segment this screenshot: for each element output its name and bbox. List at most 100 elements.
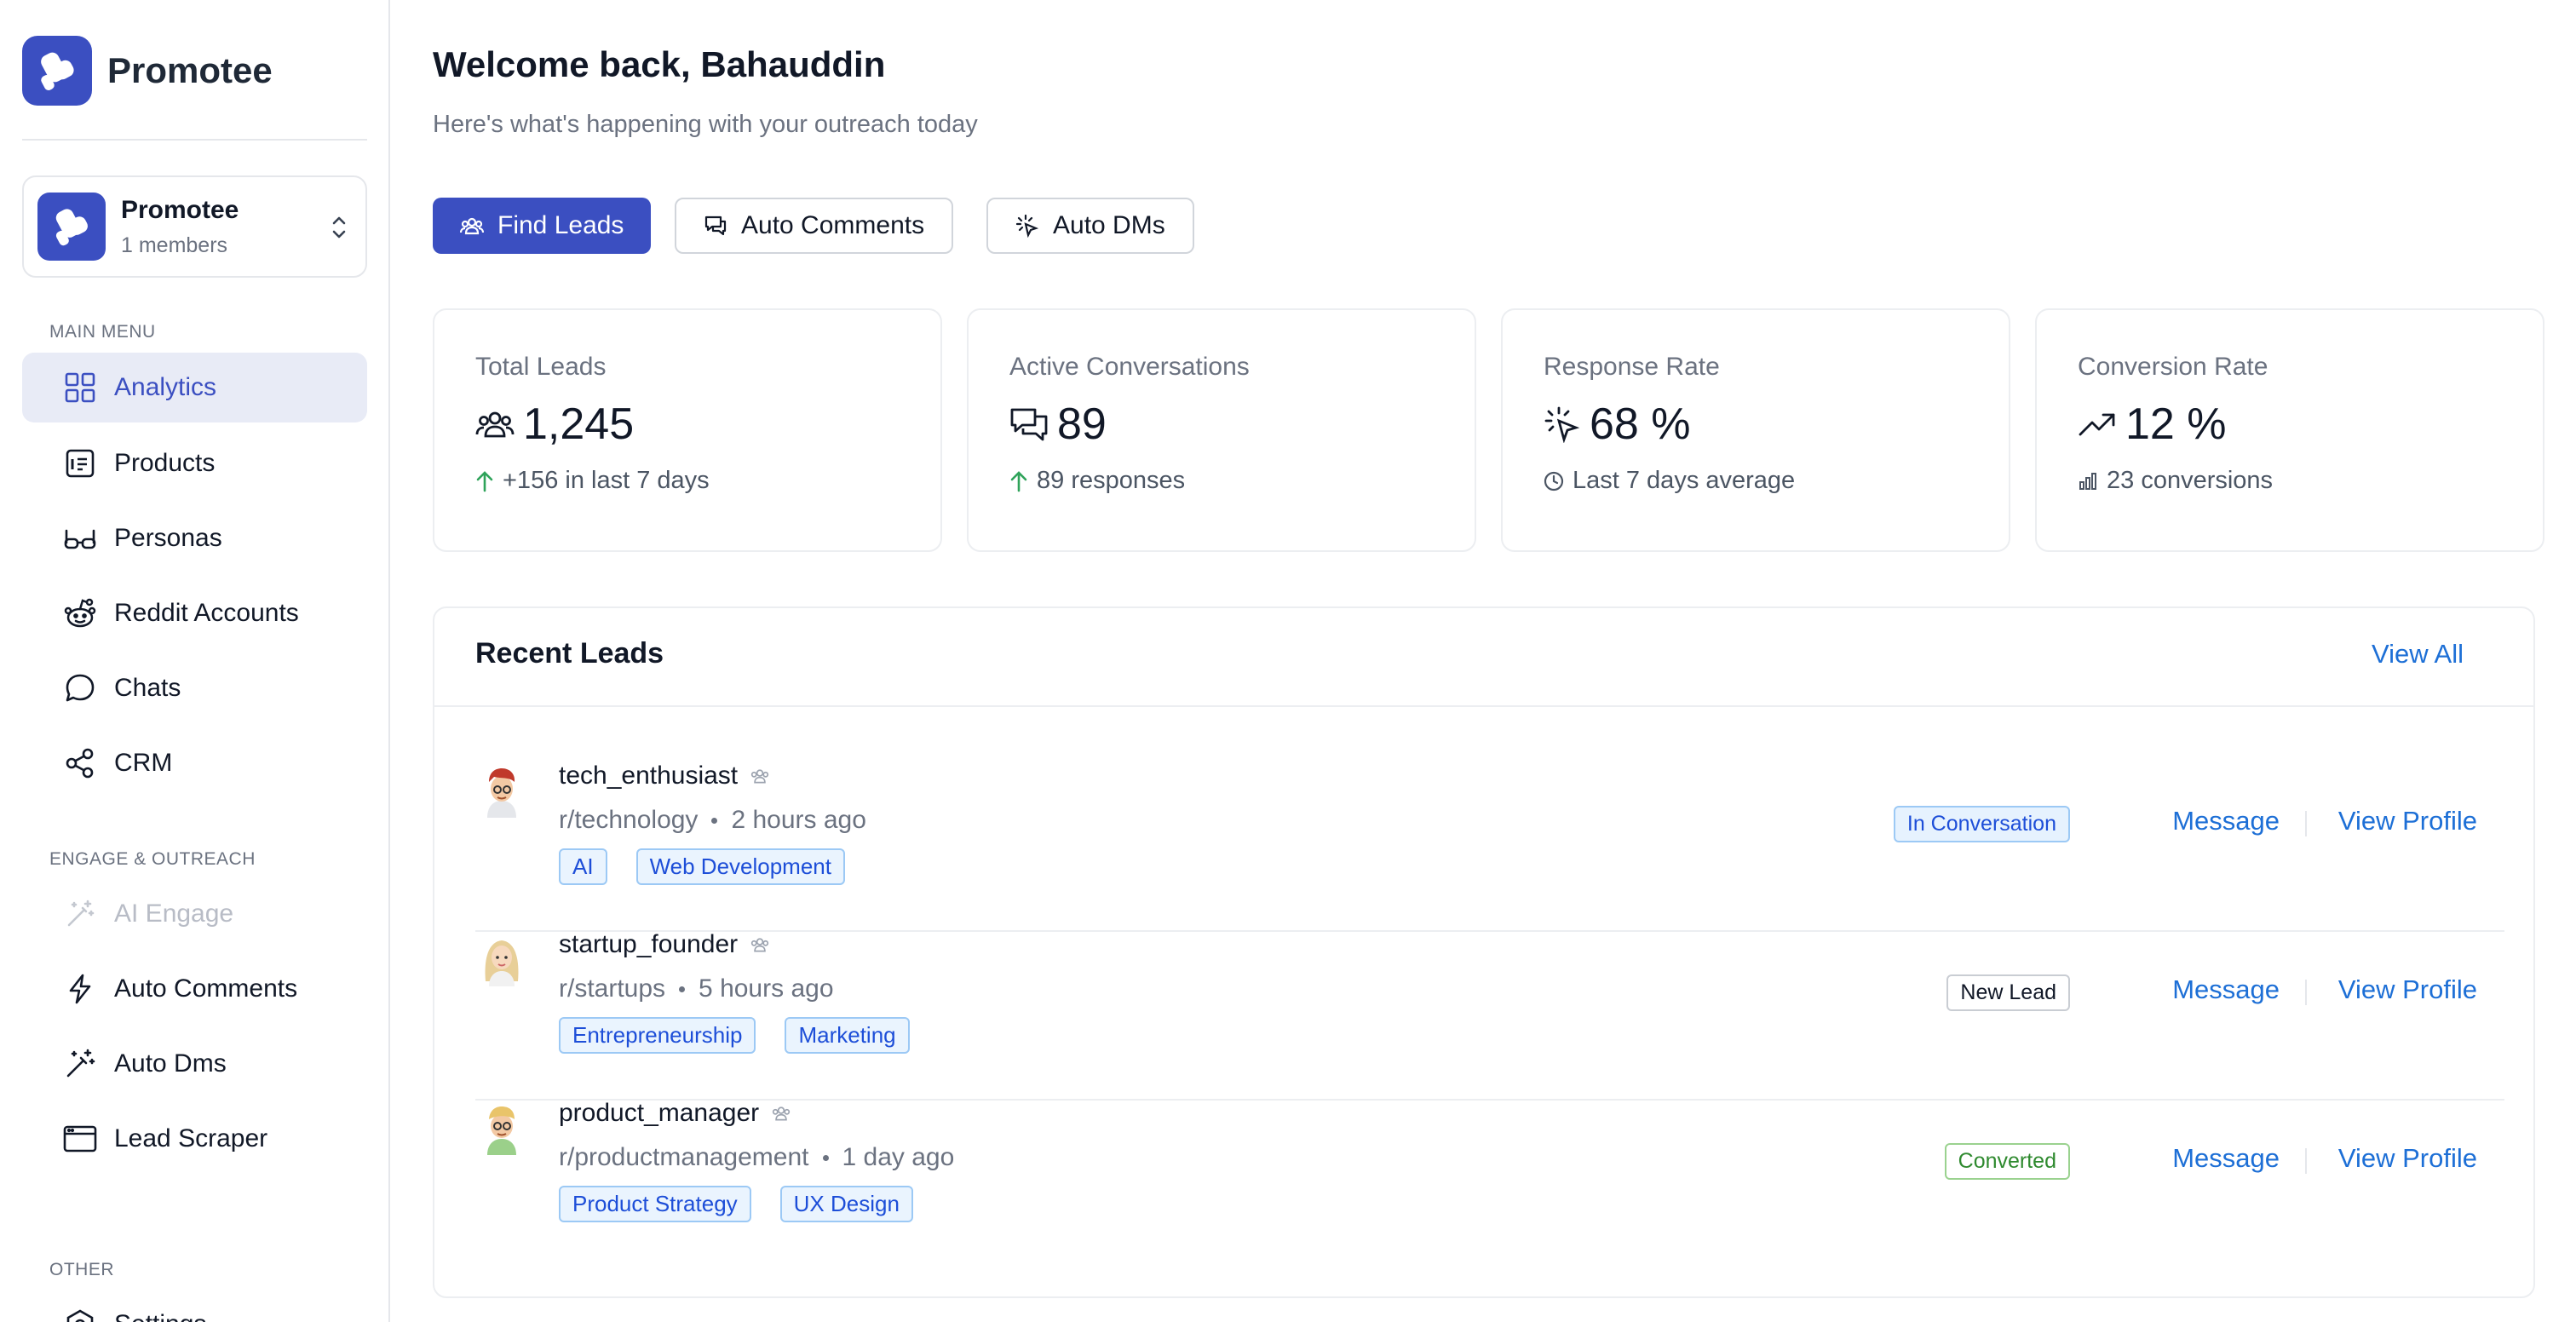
view-profile-button[interactable]: View Profile (2338, 806, 2477, 836)
sidebar-item-analytics[interactable]: Analytics (22, 353, 367, 422)
lead-tag: Entrepreneurship (559, 1017, 756, 1054)
sidebar-item-label: Auto Dms (114, 1049, 227, 1078)
chat-bubbles-icon (1009, 406, 1049, 442)
stat-card-active-conversations: Active Conversations 89 89 responses (967, 308, 1476, 552)
stat-title: Response Rate (1544, 353, 1720, 381)
chat-bubbles-icon (704, 214, 727, 238)
sidebar-item-lead-scraper[interactable]: Lead Scraper (22, 1104, 367, 1174)
sidebar-item-label: Reddit Accounts (114, 599, 299, 627)
sidebar-item-settings[interactable]: Settings (22, 1290, 367, 1322)
sidebar-item-label: CRM (114, 749, 173, 777)
section-label-engage-outreach: ENGAGE & OUTREACH (49, 849, 256, 869)
sidebar-item-label: Settings (114, 1310, 206, 1322)
stat-value: 12 % (2125, 399, 2227, 449)
bar-chart-icon (2078, 471, 2098, 491)
sidebar-item-auto-dms[interactable]: Auto Dms (22, 1029, 367, 1099)
browser-window-icon (63, 1122, 97, 1156)
page-subtitle: Here's what's happening with your outrea… (433, 111, 978, 138)
lead-subreddit: r/technology (559, 806, 699, 834)
divider (2305, 1148, 2307, 1174)
auto-dms-label: Auto DMs (1053, 211, 1165, 239)
lead-time: 2 hours ago (731, 806, 866, 834)
sidebar-item-label: AI Engage (114, 900, 234, 928)
sidebar-item-reddit-accounts[interactable]: Reddit Accounts (22, 578, 367, 648)
divider (2305, 980, 2307, 1005)
sidebar-item-label: Personas (114, 524, 222, 552)
lead-tag: Product Strategy (559, 1186, 751, 1222)
sidebar-item-products[interactable]: Products (22, 428, 367, 498)
users-icon (750, 935, 770, 954)
stat-footer: +156 in last 7 days (503, 467, 710, 494)
lead-tag: UX Design (779, 1186, 913, 1222)
section-label-main-menu: MAIN MENU (49, 322, 156, 342)
arrow-up-icon (475, 470, 494, 492)
workspace-name: Promotee (121, 195, 239, 224)
sidebar-item-label: Analytics (114, 373, 217, 401)
lightning-icon (63, 972, 97, 1006)
avatar[interactable] (475, 762, 528, 819)
avatar[interactable] (475, 930, 528, 988)
stat-title: Conversion Rate (2078, 353, 2268, 381)
stat-footer: Last 7 days average (1573, 467, 1796, 494)
chat-bubble-icon (63, 671, 97, 705)
lead-username[interactable]: product_manager (559, 1099, 759, 1128)
message-button[interactable]: Message (2172, 1143, 2280, 1174)
section-label-other: OTHER (49, 1260, 114, 1279)
stat-value: 1,245 (523, 399, 635, 449)
find-leads-button[interactable]: Find Leads (433, 198, 652, 254)
settings-icon (63, 1308, 97, 1322)
status-badge: In Conversation (1893, 806, 2070, 842)
view-profile-button[interactable]: View Profile (2338, 1143, 2477, 1174)
sidebar-item-ai-engage: AI Engage (22, 879, 367, 949)
separator-dot (711, 817, 718, 824)
recent-leads-panel: Recent Leads View All tech_enthusiast r/… (433, 606, 2535, 1298)
message-button[interactable]: Message (2172, 806, 2280, 836)
brand-name: Promotee (107, 50, 273, 90)
lead-username[interactable]: startup_founder (559, 930, 738, 959)
users-icon (771, 1104, 791, 1123)
workspace-switcher[interactable]: Promotee 1 members (22, 175, 367, 278)
stat-card-total-leads: Total Leads 1,245 +156 in last 7 days (433, 308, 942, 552)
separator-dot (822, 1154, 829, 1161)
stat-footer: 89 responses (1037, 467, 1186, 494)
sidebar-item-label: Chats (114, 674, 181, 702)
view-profile-button[interactable]: View Profile (2338, 974, 2477, 1005)
lead-subreddit: r/startups (559, 974, 666, 1003)
trend-up-icon (2078, 407, 2117, 441)
sidebar: Promotee Promotee 1 members MAIN MENU An… (0, 0, 390, 1322)
glasses-icon (63, 521, 97, 555)
lead-tag: Web Development (635, 848, 845, 885)
sidebar-item-crm[interactable]: CRM (22, 728, 367, 798)
find-leads-label: Find Leads (497, 211, 624, 239)
view-all-link[interactable]: View All (2372, 639, 2464, 670)
stat-value: 89 (1057, 399, 1107, 449)
message-button[interactable]: Message (2172, 974, 2280, 1005)
divider (22, 139, 367, 141)
stat-title: Total Leads (475, 353, 607, 381)
sidebar-item-auto-comments[interactable]: Auto Comments (22, 954, 367, 1024)
users-icon (460, 214, 484, 238)
auto-dms-button[interactable]: Auto DMs (986, 198, 1194, 254)
sidebar-item-label: Products (114, 449, 216, 477)
sidebar-item-personas[interactable]: Personas (22, 503, 367, 573)
sidebar-item-label: Lead Scraper (114, 1124, 268, 1152)
clock-icon (1544, 471, 1564, 491)
auto-comments-button[interactable]: Auto Comments (675, 198, 954, 254)
reddit-icon (63, 596, 97, 630)
users-icon (750, 767, 770, 785)
stat-card-response-rate: Response Rate 68 % Last 7 days average (1501, 308, 2010, 552)
wand-sparkle-icon (63, 1047, 97, 1081)
status-badge: New Lead (1946, 974, 2070, 1011)
avatar[interactable] (475, 1099, 528, 1157)
table-row: startup_founder r/startups 5 hours ago E… (475, 930, 2504, 1101)
lead-username[interactable]: tech_enthusiast (559, 762, 738, 790)
recent-leads-title: Recent Leads (475, 637, 664, 670)
lead-tag: Marketing (785, 1017, 910, 1054)
auto-comments-label: Auto Comments (741, 211, 925, 239)
stat-title: Active Conversations (1009, 353, 1250, 381)
promotee-logo-icon (22, 36, 92, 106)
cursor-click-icon (1544, 405, 1581, 443)
sidebar-item-chats[interactable]: Chats (22, 653, 367, 723)
brand[interactable]: Promotee (22, 36, 273, 106)
page-title: Welcome back, Bahauddin (433, 44, 886, 84)
